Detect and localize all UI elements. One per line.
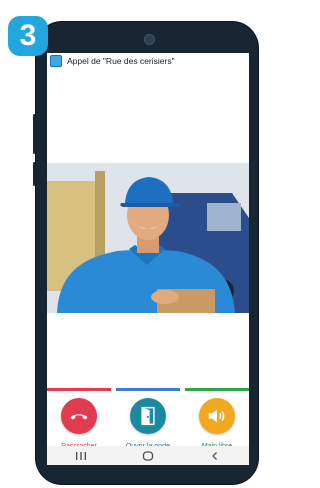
- front-camera: [144, 34, 155, 45]
- open-door-circle[interactable]: [130, 398, 166, 434]
- hands-free-circle[interactable]: [199, 398, 235, 434]
- app-icon: [50, 55, 62, 67]
- visitor-video-image: [47, 163, 249, 313]
- recent-apps-button[interactable]: [66, 446, 96, 465]
- back-button[interactable]: [200, 446, 230, 465]
- home-button[interactable]: [133, 446, 163, 465]
- back-icon: [212, 451, 218, 460]
- hands-free-indicator-bar: [185, 388, 249, 391]
- open-door-indicator-bar: [116, 388, 180, 391]
- android-nav-bar: [47, 446, 249, 465]
- phone-frame: Appel de "Rue des cerisiers": [33, 22, 258, 484]
- volume-button: [33, 114, 36, 154]
- step-badge: 3: [8, 16, 48, 56]
- recent-apps-icon: [75, 451, 86, 460]
- hang-up-circle[interactable]: [61, 398, 97, 434]
- call-title-bar: Appel de "Rue des cerisiers": [47, 53, 249, 69]
- hang-up-indicator-bar: [47, 388, 111, 391]
- speaker-icon: [208, 409, 225, 423]
- step-number: 3: [19, 19, 37, 52]
- home-icon: [142, 450, 154, 461]
- door-icon: [141, 406, 155, 426]
- power-button: [33, 162, 36, 186]
- video-feed: [47, 163, 249, 313]
- screen: Appel de "Rue des cerisiers": [47, 53, 249, 465]
- call-title: Appel de "Rue des cerisiers": [67, 56, 175, 66]
- hang-up-phone-icon: [70, 414, 88, 420]
